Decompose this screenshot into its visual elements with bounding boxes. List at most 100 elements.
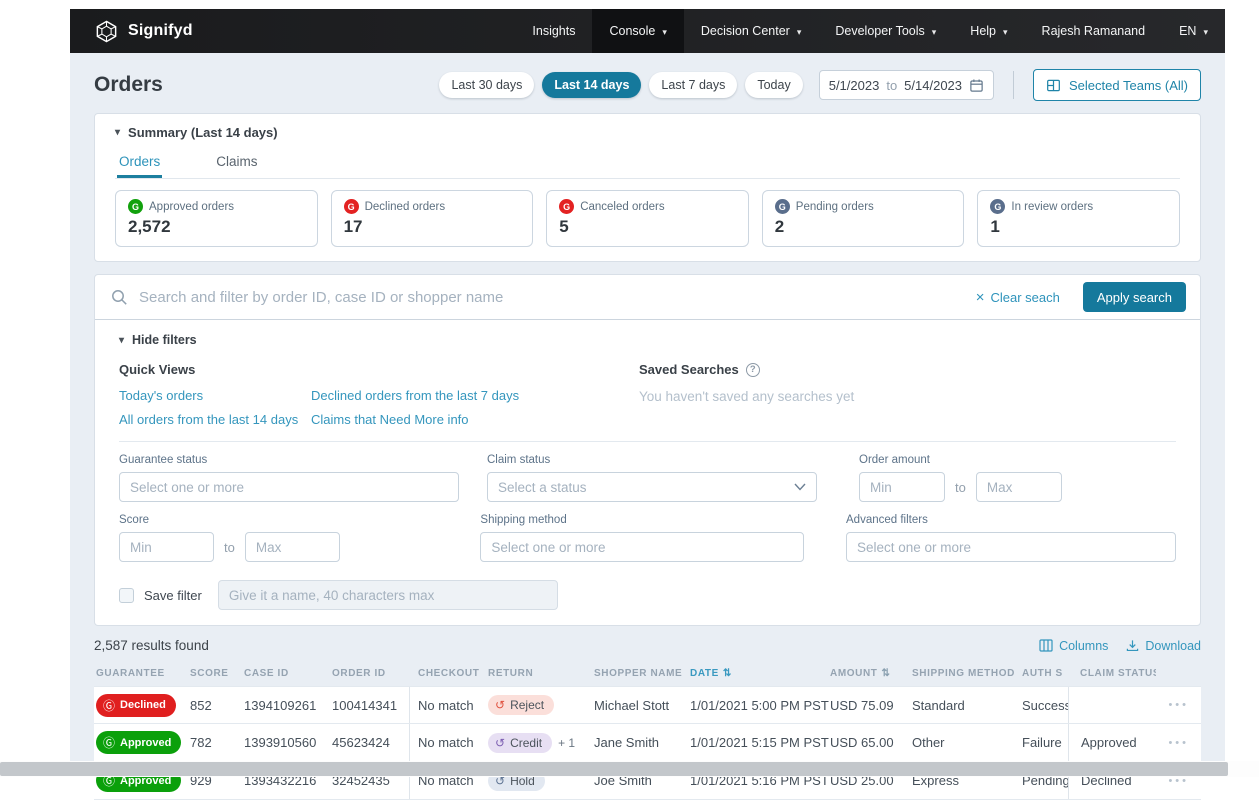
pill-last-7-days[interactable]: Last 7 days <box>649 72 737 98</box>
selected-teams-button[interactable]: Selected Teams (All) <box>1033 69 1201 101</box>
col-return[interactable]: RETURN <box>488 668 594 679</box>
col-score[interactable]: SCORE <box>190 668 244 679</box>
card-in-review-orders: G In review orders 1 <box>977 190 1180 247</box>
columns-button[interactable]: Columns <box>1039 639 1108 653</box>
guarantee-declined-pill: ⒼDeclined <box>96 694 176 717</box>
signifyd-logo[interactable]: Signifyd <box>70 9 193 53</box>
case-id-value: 1394109261 <box>244 687 332 723</box>
summary-title: Summary (Last 14 days) <box>128 125 278 140</box>
card-value: 5 <box>559 217 736 237</box>
hide-filters-toggle[interactable]: ▾ Hide filters <box>119 333 1176 347</box>
return-arrow-icon: ↺ <box>495 737 505 749</box>
download-button[interactable]: Download <box>1126 639 1201 653</box>
tab-claims[interactable]: Claims <box>214 147 259 178</box>
apply-search-button[interactable]: Apply search <box>1083 282 1186 312</box>
caret-down-icon: ▾ <box>797 27 802 38</box>
card-value: 2,572 <box>128 217 305 237</box>
score-max-input[interactable] <box>245 532 340 562</box>
nav-language-menu[interactable]: EN ▾ <box>1162 9 1225 53</box>
quick-view-todays-orders[interactable]: Today's orders <box>119 388 297 403</box>
order-amount-min-input[interactable] <box>859 472 945 502</box>
card-declined-orders: G Declined orders 17 <box>331 190 534 247</box>
search-filter-panel: × Clear seach Apply search ▾ Hide filter… <box>94 274 1201 626</box>
caret-down-icon: ▾ <box>1203 27 1208 38</box>
sort-icon[interactable]: ⇅ <box>723 668 731 679</box>
order-amount-max-input[interactable] <box>976 472 1062 502</box>
table-row[interactable]: ⒼApproved 782 1393910560 45623424 No mat… <box>94 724 1201 762</box>
saved-searches-title: Saved Searches <box>639 362 739 377</box>
card-approved-orders: G Approved orders 2,572 <box>115 190 318 247</box>
col-claim-status[interactable]: CLAIM STATUS <box>1068 668 1156 679</box>
nav-item-help[interactable]: Help ▾ <box>953 9 1024 53</box>
save-filter-row: Save filter <box>119 580 1176 610</box>
quick-views-block: Quick Views Today's orders Declined orde… <box>119 362 639 427</box>
tab-orders[interactable]: Orders <box>117 147 162 178</box>
auth-status-value: Success <box>1022 687 1068 723</box>
guarantee-approved-icon: G <box>128 199 143 214</box>
shipping-method-input[interactable] <box>480 532 804 562</box>
col-order-id[interactable]: ORDER ID <box>332 668 410 679</box>
col-checkout[interactable]: CHECKOUT <box>410 668 488 679</box>
save-filter-checkbox[interactable] <box>119 588 134 603</box>
filters-divider <box>119 441 1176 442</box>
language-code: EN <box>1179 24 1196 38</box>
nav-item-console[interactable]: Console ▾ <box>592 9 683 53</box>
date-to-word: to <box>886 78 897 93</box>
nav-item-insights[interactable]: Insights <box>515 9 592 53</box>
caret-down-icon: ▾ <box>1003 27 1008 38</box>
page-content: Orders Last 30 days Last 14 days Last 7 … <box>70 66 1225 800</box>
quick-view-all-orders-14-days[interactable]: All orders from the last 14 days <box>119 412 297 427</box>
help-icon[interactable]: ? <box>746 363 760 377</box>
nav-user-menu[interactable]: Rajesh Ramanand <box>1025 9 1163 53</box>
caret-down-icon: ▾ <box>932 27 937 38</box>
table-header-row: GUARANTEE SCORE CASE ID ORDER ID CHECKOU… <box>94 660 1201 686</box>
col-shopper-name[interactable]: SHOPPER NAME <box>594 668 690 679</box>
horizontal-scrollbar-thumb[interactable] <box>0 762 1228 776</box>
amount-value: USD 65.00 <box>830 724 912 761</box>
row-actions-menu[interactable]: ••• <box>1168 699 1189 711</box>
search-input[interactable] <box>139 289 965 306</box>
claim-status-select[interactable] <box>487 472 817 502</box>
col-date[interactable]: DATE⇅ <box>690 668 830 679</box>
sort-icon[interactable]: ⇅ <box>881 668 889 679</box>
guarantee-status-field: Guarantee status <box>119 454 459 502</box>
date-to-value[interactable]: 5/14/2023 <box>904 78 962 93</box>
date-value: 1/01/2021 5:00 PM PST <box>690 687 830 723</box>
download-icon <box>1126 639 1139 652</box>
summary-cards: G Approved orders 2,572 G Declined order… <box>115 190 1180 247</box>
save-filter-label: Save filter <box>144 588 202 603</box>
date-value: 1/01/2021 5:15 PM PST <box>690 724 830 761</box>
return-reject-badge: ↺Reject <box>488 695 554 715</box>
signifyd-hexagon-icon <box>94 19 119 44</box>
nav-item-decision-center[interactable]: Decision Center ▾ <box>684 9 818 53</box>
row-actions-menu[interactable]: ••• <box>1168 737 1189 749</box>
save-filter-name-input[interactable] <box>218 580 558 610</box>
caret-down-icon: ▾ <box>662 27 667 38</box>
quick-view-declined-7-days[interactable]: Declined orders from the last 7 days <box>311 388 639 403</box>
clear-x-icon: × <box>976 290 985 305</box>
pill-last-14-days[interactable]: Last 14 days <box>542 72 641 98</box>
pill-today[interactable]: Today <box>745 72 802 98</box>
nav-item-developer-tools[interactable]: Developer Tools ▾ <box>818 9 953 53</box>
quick-view-claims-need-info[interactable]: Claims that Need More info <box>311 412 639 427</box>
date-from-value[interactable]: 5/1/2023 <box>829 78 880 93</box>
guarantee-status-input[interactable] <box>119 472 459 502</box>
summary-toggle[interactable]: ▾ Summary (Last 14 days) <box>115 125 1180 140</box>
col-amount[interactable]: AMOUNT⇅ <box>830 668 912 679</box>
col-shipping-method[interactable]: SHIPPING METHOD <box>912 668 1022 679</box>
col-case-id[interactable]: CASE ID <box>244 668 332 679</box>
col-auth-status[interactable]: AUTH S <box>1022 668 1068 679</box>
saved-searches-block: Saved Searches ? You haven't saved any s… <box>639 362 1176 427</box>
score-min-input[interactable] <box>119 532 214 562</box>
saved-searches-empty-text: You haven't saved any searches yet <box>639 389 1176 404</box>
order-id-value: 45623424 <box>332 724 410 761</box>
shipping-method-field: Shipping method <box>480 514 804 562</box>
advanced-filters-input[interactable] <box>846 532 1176 562</box>
pill-last-30-days[interactable]: Last 30 days <box>439 72 534 98</box>
table-row[interactable]: ⒼDeclined 852 1394109261 100414341 No ma… <box>94 686 1201 724</box>
shipping-method-value: Other <box>912 724 1022 761</box>
logo-wordmark: Signifyd <box>128 22 193 40</box>
col-guarantee[interactable]: GUARANTEE <box>94 668 190 679</box>
date-range-input[interactable]: 5/1/2023 to 5/14/2023 <box>819 70 994 100</box>
clear-search-link[interactable]: × Clear seach <box>976 290 1060 305</box>
